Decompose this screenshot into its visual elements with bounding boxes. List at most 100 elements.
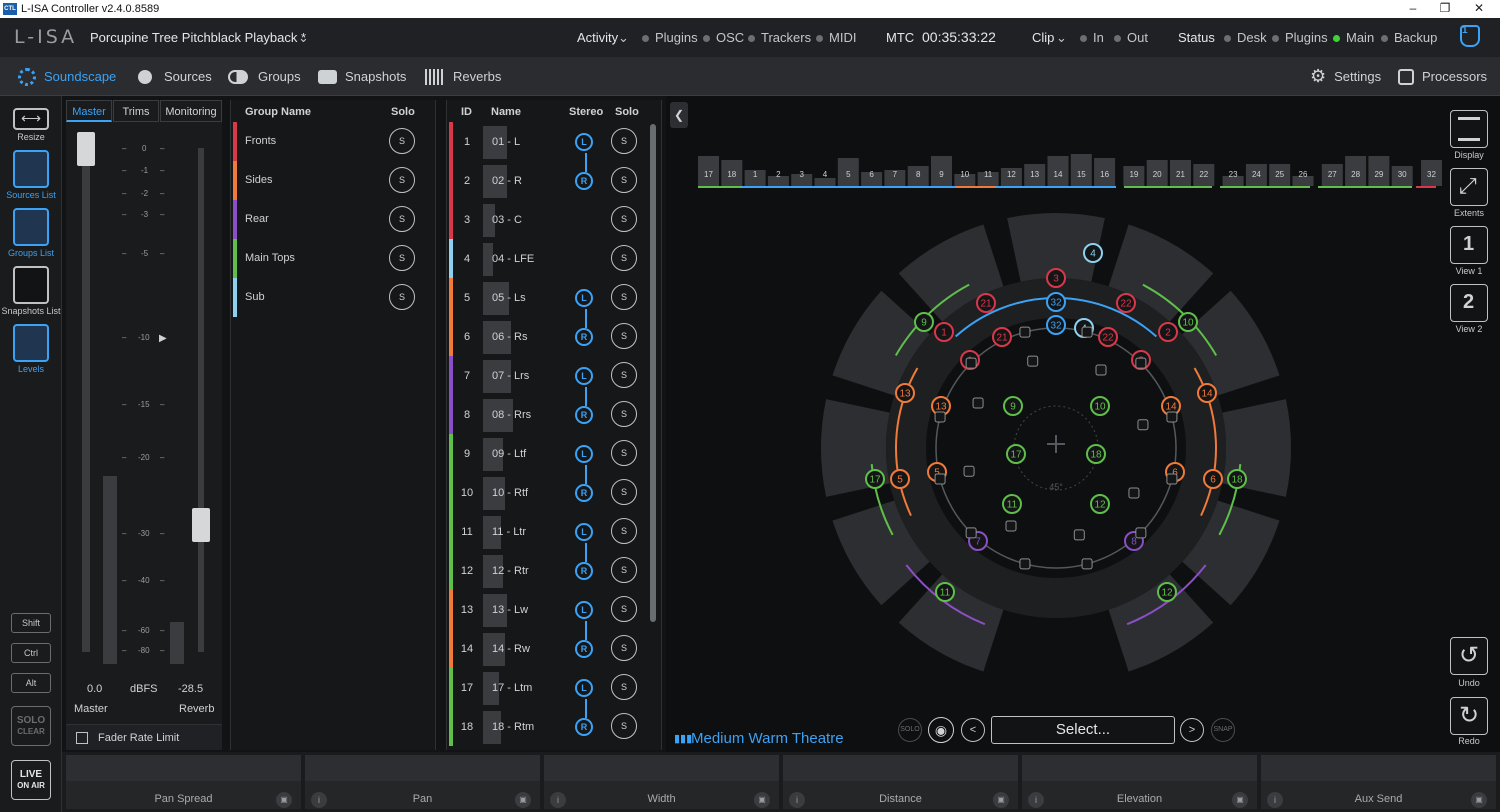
source-solo-button[interactable]: S	[611, 245, 637, 271]
param-aux-send[interactable]: i Aux Send ▣	[1261, 755, 1496, 809]
stereo-left-badge[interactable]: L	[575, 445, 593, 463]
group-solo-button[interactable]: S	[389, 128, 415, 154]
clip-chevron-down-icon[interactable]: ⌄	[1056, 18, 1067, 57]
sources-list-button[interactable]: Sources List	[0, 150, 62, 200]
tab-snapshots[interactable]: Snapshots	[318, 57, 406, 96]
stereo-left-badge[interactable]: L	[575, 367, 593, 385]
stereo-left-badge[interactable]: L	[575, 679, 593, 697]
source-solo-button[interactable]: S	[611, 284, 637, 310]
groups-list-button[interactable]: Groups List	[0, 208, 62, 258]
undo-button[interactable]: ↺	[1450, 637, 1488, 675]
extents-button[interactable]: ⤢	[1450, 168, 1488, 206]
stage-diagram[interactable]: 17 18 1 2 3 4 5 6 7 8 9 10 11 12 13 14 15 16 19 20 21 22 23 24 2…	[666, 96, 1500, 752]
clip-menu[interactable]: Clip	[1032, 18, 1054, 57]
source-row[interactable]: 14 14 - Rw R S	[447, 629, 661, 668]
group-solo-button[interactable]: S	[389, 206, 415, 232]
activity-chevron-down-icon[interactable]: ⌄	[618, 18, 629, 57]
stage-solo-button[interactable]: SOLO	[898, 718, 922, 742]
processors-button[interactable]: Processors	[1398, 57, 1487, 96]
param-pan-spread[interactable]: Pan Spread ▣	[66, 755, 301, 809]
source-row[interactable]: 11 11 - Ltr L S	[447, 512, 661, 551]
source-solo-button[interactable]: S	[611, 557, 637, 583]
source-solo-button[interactable]: S	[611, 635, 637, 661]
snapshots-list-button[interactable]: Snapshots List	[0, 266, 62, 316]
source-solo-button[interactable]: S	[611, 479, 637, 505]
view2-button[interactable]: 2	[1450, 284, 1488, 322]
source-solo-button[interactable]: S	[611, 323, 637, 349]
source-solo-button[interactable]: S	[611, 518, 637, 544]
source-row[interactable]: 3 03 - C S	[447, 200, 661, 239]
group-row[interactable]: Rear S	[233, 200, 435, 239]
project-title[interactable]: Porcupine Tree Pitchblack Playback *	[90, 18, 306, 57]
param-elevation[interactable]: i Elevation ▣	[1022, 755, 1257, 809]
fader-rate-limit-checkbox[interactable]	[76, 732, 88, 744]
param-slider[interactable]	[544, 755, 779, 781]
minimize-icon[interactable]: –	[1398, 0, 1428, 18]
snapshot-select[interactable]: Select...	[991, 716, 1175, 744]
param-pan[interactable]: i Pan ▣	[305, 755, 540, 809]
source-solo-button[interactable]: S	[611, 596, 637, 622]
stereo-right-badge[interactable]: R	[575, 484, 593, 502]
tab-master[interactable]: Master	[66, 100, 112, 122]
group-solo-button[interactable]: S	[389, 245, 415, 271]
source-row[interactable]: 18 18 - Rtm R S	[447, 707, 661, 746]
source-row[interactable]: 9 09 - Ltf L S	[447, 434, 661, 473]
lock-icon[interactable]: ▣	[515, 792, 531, 808]
alt-button[interactable]: Alt	[11, 673, 51, 693]
param-slider[interactable]	[1022, 755, 1257, 781]
ctrl-button[interactable]: Ctrl	[11, 643, 51, 663]
param-slider[interactable]	[783, 755, 1018, 781]
lock-icon[interactable]: ▣	[276, 792, 292, 808]
source-row[interactable]: 4 04 - LFE S	[447, 239, 661, 278]
source-solo-button[interactable]: S	[611, 674, 637, 700]
source-row[interactable]: 5 05 - Ls L S	[447, 278, 661, 317]
snap-button[interactable]: SNAP	[1211, 718, 1235, 742]
stereo-right-badge[interactable]: R	[575, 406, 593, 424]
stereo-right-badge[interactable]: R	[575, 640, 593, 658]
source-solo-button[interactable]: S	[611, 713, 637, 739]
group-row[interactable]: Fronts S	[233, 122, 435, 161]
param-slider[interactable]	[1261, 755, 1496, 781]
param-width[interactable]: i Width ▣	[544, 755, 779, 809]
param-slider[interactable]	[66, 755, 301, 781]
source-row[interactable]: 17 17 - Ltm L S	[447, 668, 661, 707]
room-name[interactable]: Medium Warm Theatre	[691, 730, 844, 747]
stereo-left-badge[interactable]: L	[575, 601, 593, 619]
levels-button[interactable]: Levels	[0, 324, 62, 374]
next-snapshot-button[interactable]: >	[1180, 718, 1204, 742]
tab-soundscape[interactable]: Soundscape	[18, 57, 116, 96]
lock-icon[interactable]: ▣	[1471, 792, 1487, 808]
source-row[interactable]: 10 10 - Rtf R S	[447, 473, 661, 512]
sources-scrollbar[interactable]	[650, 124, 656, 622]
activity-menu[interactable]: Activity	[577, 18, 618, 57]
redo-button[interactable]: ↻	[1450, 697, 1488, 735]
tab-groups[interactable]: Groups	[228, 57, 301, 96]
source-solo-button[interactable]: S	[611, 362, 637, 388]
tab-reverbs[interactable]: Reverbs	[425, 57, 501, 96]
lock-icon[interactable]: ▣	[754, 792, 770, 808]
live-on-air-button[interactable]: LIVE ON AIR	[11, 760, 51, 800]
stereo-left-badge[interactable]: L	[575, 133, 593, 151]
solo-clear-button[interactable]: SOLO CLEAR	[11, 706, 51, 746]
group-solo-button[interactable]: S	[389, 284, 415, 310]
shift-button[interactable]: Shift	[11, 613, 51, 633]
source-row[interactable]: 8 08 - Rrs R S	[447, 395, 661, 434]
lock-icon[interactable]: ▣	[1232, 792, 1248, 808]
source-solo-button[interactable]: S	[611, 401, 637, 427]
source-solo-button[interactable]: S	[611, 206, 637, 232]
source-solo-button[interactable]: S	[611, 440, 637, 466]
param-slider[interactable]	[305, 755, 540, 781]
group-row[interactable]: Sub S	[233, 278, 435, 317]
display-button[interactable]	[1450, 110, 1488, 148]
close-icon[interactable]: ✕	[1464, 0, 1494, 18]
stereo-left-badge[interactable]: L	[575, 523, 593, 541]
source-row[interactable]: 7 07 - Lrs L S	[447, 356, 661, 395]
group-solo-button[interactable]: S	[389, 167, 415, 193]
maximize-icon[interactable]: ❐	[1430, 0, 1460, 18]
view1-button[interactable]: 1	[1450, 226, 1488, 264]
source-row[interactable]: 1 01 - L LS	[447, 122, 661, 161]
project-chevron-down-icon[interactable]: ⌄	[298, 18, 309, 57]
settings-button[interactable]: ⚙ Settings	[1310, 57, 1381, 96]
source-row[interactable]: 12 12 - Rtr R S	[447, 551, 661, 590]
source-row[interactable]: 6 06 - Rs R S	[447, 317, 661, 356]
